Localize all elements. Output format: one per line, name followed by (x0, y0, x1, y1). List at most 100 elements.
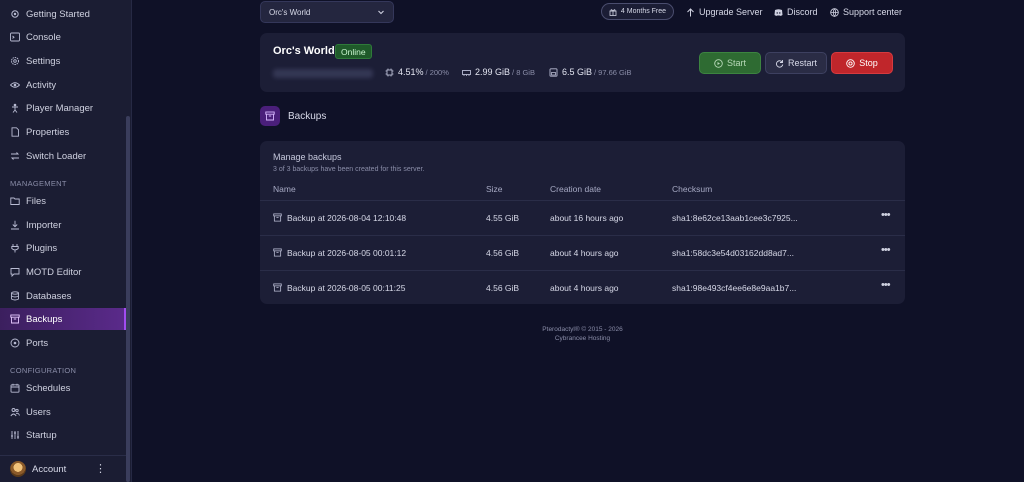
start-button-label: Start (726, 58, 746, 68)
support-center-link[interactable]: Support center (830, 6, 902, 18)
start-button[interactable]: Start (699, 52, 761, 74)
kebab-menu-icon[interactable]: ⋮ (95, 464, 106, 475)
disk-limit: / 97.66 GiB (594, 67, 632, 77)
backup-name-cell: Backup at 2026-08-04 12:10:48 (273, 213, 406, 223)
promo-badge[interactable]: 4 Months Free (601, 3, 674, 20)
backup-name: Backup at 2026-08-05 00:01:12 (287, 248, 407, 258)
person-icon (10, 103, 20, 113)
sidebar-item-startup[interactable]: Startup (0, 424, 126, 446)
backup-name: Backup at 2026-08-05 00:11:25 (287, 283, 406, 293)
manage-backups-title: Manage backups (273, 152, 342, 162)
sidebar-item-importer[interactable]: Importer (0, 214, 126, 236)
play-circle-icon (714, 58, 723, 68)
sidebar-item-activity[interactable]: Activity (0, 74, 126, 96)
gear-icon (10, 9, 20, 19)
sidebar-item-label: Plugins (26, 242, 58, 254)
backup-size: 4.56 GiB (486, 248, 520, 258)
sidebar-item-files[interactable]: Files (0, 190, 126, 212)
sidebar-item-label: Player Manager (26, 102, 94, 114)
section-label-management: MANAGEMENT (10, 179, 67, 188)
account-label: Account (32, 463, 67, 475)
table-row[interactable]: Backup at 2026-08-05 00:11:25 4.56 GiB a… (260, 270, 905, 305)
message-icon (10, 267, 20, 277)
table-row[interactable]: Backup at 2026-08-04 12:10:48 4.55 GiB a… (260, 200, 905, 235)
footer-copyright: Pterodactyl® © 2015 - 2026 (542, 326, 623, 333)
sidebar-item-plugins[interactable]: Plugins (0, 237, 126, 259)
backup-name-cell: Backup at 2026-08-05 00:01:12 (273, 248, 406, 258)
sidebar-item-label: Backups (26, 313, 63, 325)
plug-icon (10, 243, 20, 253)
sidebar-item-label: Activity (26, 79, 57, 91)
server-name: Orc's World (273, 45, 335, 57)
sidebar-item-label: Files (26, 195, 47, 207)
sidebar-item-label: Schedules (26, 382, 71, 394)
backup-checksum: sha1:8e62ce13aab1cee3c7925... (672, 213, 798, 223)
server-select[interactable]: Orc's World (260, 1, 394, 23)
stop-button[interactable]: Stop (831, 52, 893, 74)
sidebar-item-switch-loader[interactable]: Switch Loader (0, 145, 126, 167)
sidebar-item-users[interactable]: Users (0, 401, 126, 423)
cpu-limit: / 200% (425, 67, 449, 77)
row-options-icon[interactable]: ••• (881, 279, 891, 291)
archive-icon (273, 213, 282, 222)
sidebar-item-label: MOTD Editor (26, 266, 82, 278)
sidebar-item-motd-editor[interactable]: MOTD Editor (0, 261, 126, 283)
network-icon (10, 338, 20, 348)
backup-created: about 4 hours ago (550, 283, 619, 293)
discord-link[interactable]: Discord (774, 6, 818, 18)
globe-icon (830, 7, 839, 17)
server-status-card: Orc's World Online 4.51% / 200% 2.99 GiB… (260, 33, 905, 92)
discord-label: Discord (787, 7, 818, 17)
backup-checksum: sha1:58dc3e54d03162dd8ad7... (672, 248, 794, 258)
upgrade-server-link[interactable]: Upgrade Server (686, 6, 763, 18)
archive-icon (273, 283, 282, 292)
avatar (10, 461, 26, 477)
upgrade-server-label: Upgrade Server (699, 7, 763, 17)
folder-icon (10, 196, 20, 206)
sidebar-item-label: Users (26, 406, 51, 418)
cpu-value: 4.51% (398, 67, 424, 77)
terminal-icon (10, 32, 20, 42)
sidebar: Getting Started Console Settings Activit… (0, 0, 132, 482)
calendar-icon (10, 383, 20, 393)
support-center-label: Support center (843, 7, 903, 17)
backup-created: about 16 hours ago (550, 213, 624, 223)
refresh-icon (775, 59, 784, 68)
row-options-icon[interactable]: ••• (881, 244, 891, 256)
restart-button[interactable]: Restart (765, 52, 827, 74)
sidebar-item-label: Settings (26, 55, 61, 67)
backups-table-card: Manage backups 3 of 3 backups have been … (260, 141, 905, 304)
sidebar-scrollbar[interactable] (126, 116, 130, 482)
sidebar-item-backups[interactable]: Backups (0, 308, 126, 330)
sidebar-item-getting-started[interactable]: Getting Started (0, 3, 126, 25)
sidebar-item-databases[interactable]: Databases (0, 285, 126, 307)
settings-icon (10, 56, 20, 66)
row-options-icon[interactable]: ••• (881, 209, 891, 221)
file-icon (10, 127, 20, 137)
database-icon (10, 291, 20, 301)
users-icon (10, 407, 20, 417)
sidebar-item-schedules[interactable]: Schedules (0, 377, 126, 399)
backup-name: Backup at 2026-08-04 12:10:48 (287, 213, 407, 223)
sidebar-item-console[interactable]: Console (0, 26, 126, 48)
cpu-usage: 4.51% / 200% (385, 67, 449, 77)
table-row[interactable]: Backup at 2026-08-05 00:01:12 4.56 GiB a… (260, 235, 905, 270)
sidebar-item-settings[interactable]: Settings (0, 50, 126, 72)
disk-icon (549, 67, 558, 77)
sliders-icon (10, 430, 20, 440)
download-icon (10, 220, 20, 230)
chevron-down-icon (377, 8, 385, 16)
memory-value: 2.99 GiB (475, 67, 511, 77)
column-header-creation-date: Creation date (550, 184, 602, 194)
sidebar-item-player-manager[interactable]: Player Manager (0, 97, 126, 119)
sidebar-item-label: Startup (26, 429, 57, 441)
account-menu[interactable]: Account ⋮ (0, 455, 126, 482)
sidebar-item-label: Properties (26, 126, 70, 138)
archive-icon (10, 314, 20, 324)
sidebar-item-ports[interactable]: Ports (0, 332, 126, 354)
gift-icon (609, 8, 617, 16)
sidebar-item-label: Console (26, 31, 61, 43)
footer-hosting: Cybrancee Hosting (554, 335, 611, 342)
backups-count-subtitle: 3 of 3 backups have been created for thi… (273, 166, 425, 173)
sidebar-item-properties[interactable]: Properties (0, 121, 126, 143)
